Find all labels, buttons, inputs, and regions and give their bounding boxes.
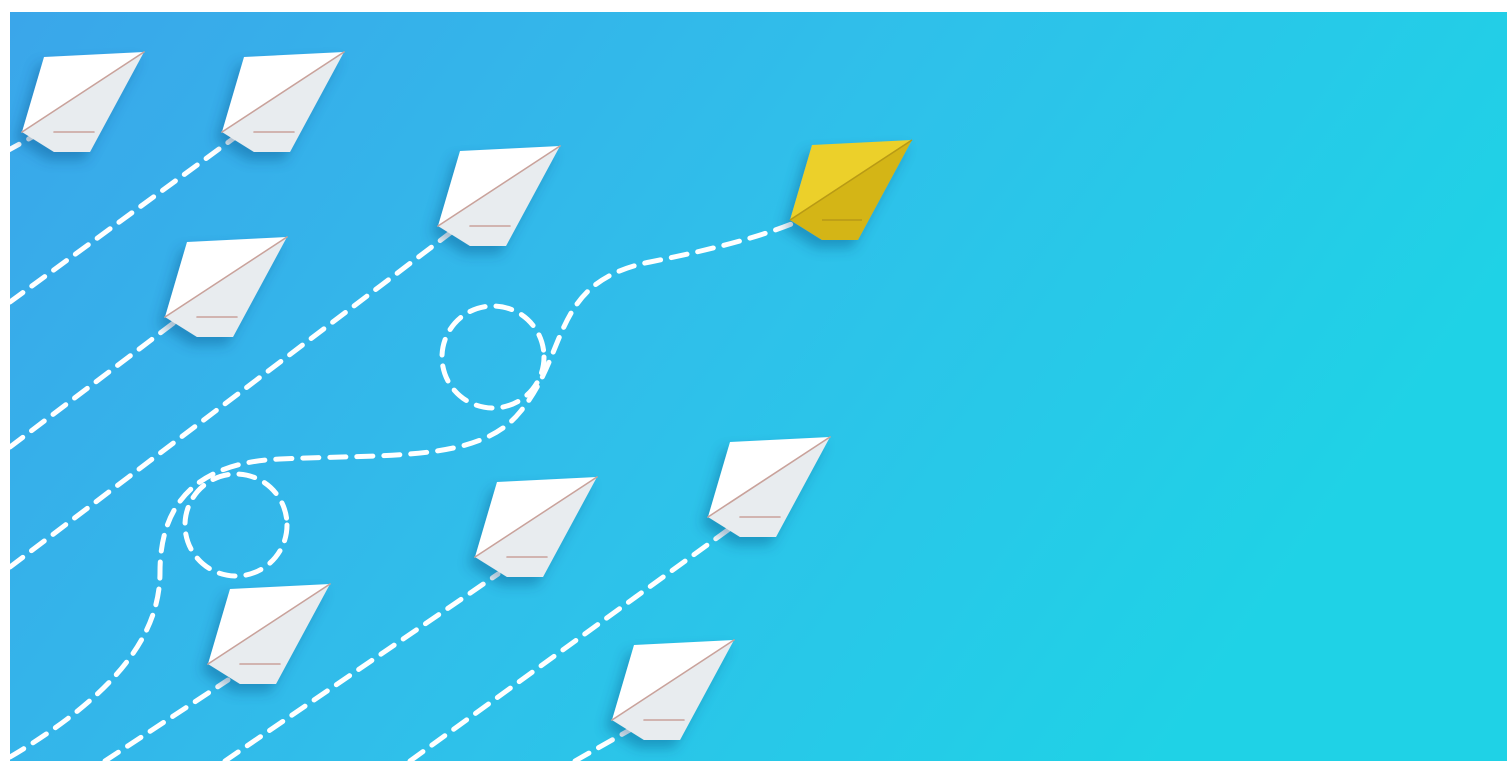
paper-planes-illustration xyxy=(10,12,1507,761)
image-frame xyxy=(0,0,1507,761)
